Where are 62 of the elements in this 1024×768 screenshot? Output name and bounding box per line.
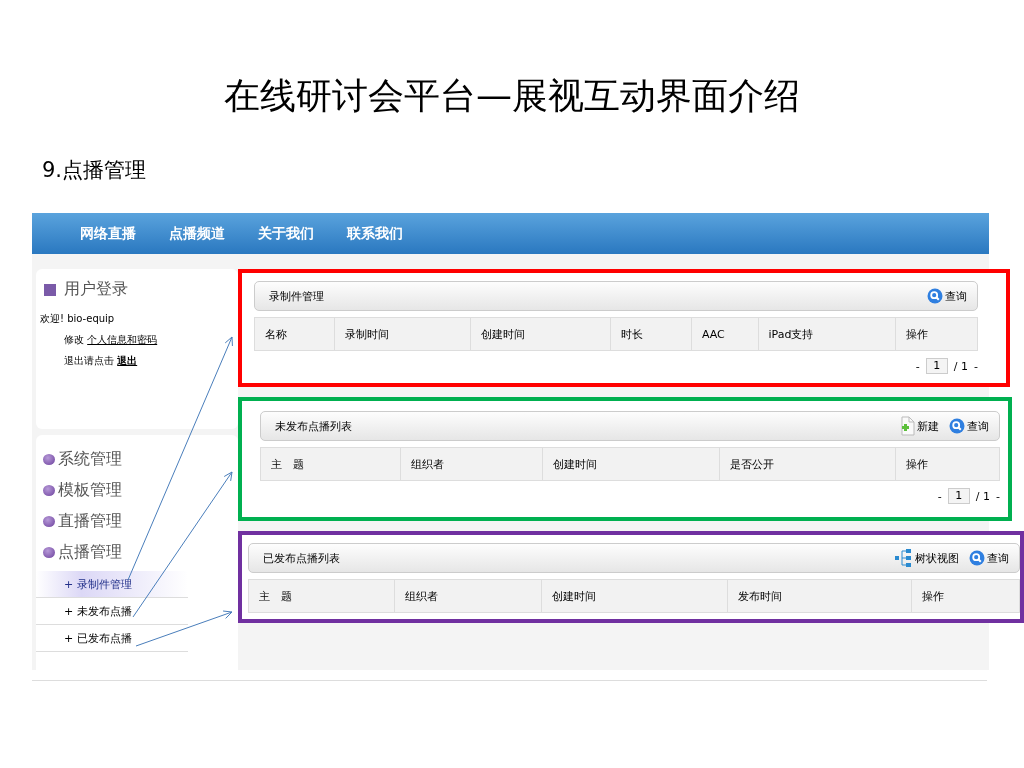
column-header: 操作 [895, 318, 978, 350]
pager-prev[interactable]: - [915, 359, 920, 373]
login-heading: 用户登录 [64, 279, 128, 300]
pager-prev[interactable]: - [937, 489, 942, 503]
nav-link[interactable]: 联系我们 [347, 224, 403, 243]
submenu-item[interactable]: + 录制件管理 [36, 571, 188, 598]
new-document-icon [899, 416, 915, 436]
search-icon [969, 550, 985, 566]
column-header: 创建时间 [542, 580, 728, 612]
menu-item[interactable]: 点播管理 [58, 542, 122, 563]
bullet-icon [43, 485, 55, 496]
page-field[interactable]: 1 [925, 358, 948, 374]
menu-item[interactable]: 直播管理 [58, 511, 122, 532]
column-header: iPad支持 [758, 318, 896, 350]
submenu-item[interactable]: + 已发布点播 [36, 625, 188, 652]
bullet-icon [43, 516, 55, 527]
column-header: AAC [691, 318, 759, 350]
tree-view-button[interactable]: 树状视图 [895, 548, 959, 568]
menu-item[interactable]: 系统管理 [58, 449, 122, 470]
search-icon [927, 288, 943, 304]
nav-link[interactable]: 点播频道 [169, 224, 225, 243]
pager-next[interactable]: - [974, 359, 978, 373]
column-header: 创建时间 [542, 448, 721, 480]
bullet-icon [43, 547, 55, 558]
page-total: / 1 [953, 359, 968, 373]
search-button[interactable]: 查询 [949, 418, 989, 434]
search-button[interactable]: 查询 [969, 550, 1009, 566]
column-header: 组织者 [394, 580, 543, 612]
menu-item[interactable]: 模板管理 [58, 480, 122, 501]
profile-link[interactable]: 个人信息和密码 [87, 334, 158, 345]
column-header: 操作 [912, 580, 1020, 612]
column-header: 名称 [255, 318, 335, 350]
panel-title: 已发布点播列表 [263, 550, 341, 566]
edit-label: 修改 [64, 334, 84, 345]
panel-title: 录制件管理 [269, 288, 325, 304]
search-button[interactable]: 查询 [927, 288, 967, 304]
column-header: 组织者 [401, 448, 543, 480]
search-icon [949, 418, 965, 434]
panel-title: 未发布点播列表 [275, 418, 353, 434]
new-button[interactable]: 新建 [899, 416, 939, 436]
square-icon [44, 283, 56, 296]
tree-view-icon [895, 548, 913, 568]
slide-title: 在线研讨会平台—展视互动界面介绍 [223, 74, 801, 118]
column-header: 主 题 [261, 448, 402, 480]
logout-link[interactable]: 退出 [117, 355, 138, 366]
nav-link[interactable]: 网络直播 [80, 224, 136, 243]
logout-label: 退出请点击 [64, 355, 114, 366]
page-total: / 1 [975, 489, 990, 503]
page-field[interactable]: 1 [947, 488, 970, 504]
submenu-item[interactable]: + 未发布点播 [36, 598, 188, 625]
column-header: 发布时间 [727, 580, 913, 612]
pager-next[interactable]: - [996, 489, 1000, 503]
column-header: 录制时间 [335, 318, 472, 350]
welcome-text: 欢迎! bio-equip [40, 313, 115, 324]
column-header: 时长 [610, 318, 692, 350]
column-header: 是否公开 [720, 448, 897, 480]
section-heading: 9.点播管理 [42, 157, 147, 184]
column-header: 操作 [896, 448, 1000, 480]
bullet-icon [43, 454, 55, 465]
column-header: 创建时间 [471, 318, 611, 350]
nav-link[interactable]: 关于我们 [258, 224, 314, 243]
column-header: 主 题 [249, 580, 395, 612]
